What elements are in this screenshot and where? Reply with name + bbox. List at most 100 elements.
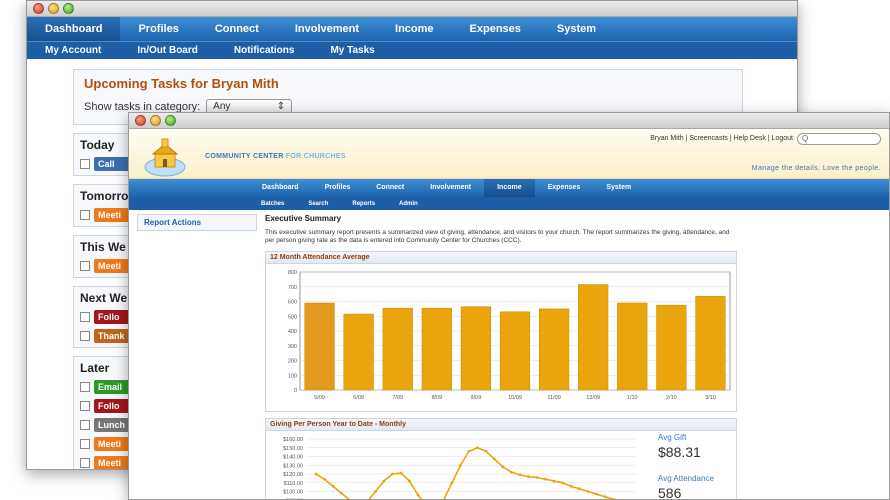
front-nav-connect[interactable]: Connect — [363, 179, 417, 197]
attendance-chart-title: 12 Month Attendance Average — [266, 252, 736, 264]
task-checkbox[interactable] — [80, 382, 90, 392]
search-input[interactable]: Q — [797, 133, 881, 145]
data-point[interactable] — [459, 463, 462, 467]
front-subnav-reports[interactable]: Reports — [340, 201, 387, 207]
data-point[interactable] — [408, 479, 411, 483]
data-point[interactable] — [493, 457, 496, 461]
data-point[interactable] — [518, 473, 522, 477]
back-nav-income[interactable]: Income — [377, 17, 452, 41]
minimize-button[interactable] — [48, 3, 59, 14]
front-subnav-search[interactable]: Search — [296, 201, 340, 207]
x-tick-label: 8/09 — [431, 395, 442, 401]
task-checkbox[interactable] — [80, 312, 90, 322]
back-nav-dashboard[interactable]: Dashboard — [27, 17, 121, 41]
front-subnav-admin[interactable]: Admin — [387, 201, 430, 207]
bar[interactable] — [656, 304, 687, 391]
data-point[interactable] — [603, 495, 607, 499]
bar[interactable] — [695, 296, 726, 391]
bar[interactable] — [421, 307, 452, 391]
task-checkbox[interactable] — [80, 159, 90, 169]
data-point[interactable] — [323, 477, 326, 481]
back-subnav-my-tasks[interactable]: My Tasks — [312, 45, 392, 56]
task-checkbox[interactable] — [80, 261, 90, 271]
back-nav-involvement[interactable]: Involvement — [277, 17, 377, 41]
front-subnav-batches[interactable]: Batches — [249, 201, 296, 207]
data-point[interactable] — [484, 449, 488, 453]
y-tick-label: 600 — [288, 300, 297, 306]
task-checkbox[interactable] — [80, 331, 90, 341]
task-checkbox[interactable] — [80, 401, 90, 411]
data-point[interactable] — [586, 490, 590, 493]
y-tick-label: 800 — [288, 270, 297, 276]
task-checkbox[interactable] — [80, 458, 90, 468]
back-subnav-notifications[interactable]: Notifications — [216, 45, 313, 56]
bar[interactable] — [538, 308, 570, 391]
back-nav-system[interactable]: System — [539, 17, 614, 41]
y-tick-label: 0 — [294, 388, 297, 394]
front-titlebar — [129, 113, 889, 129]
data-point[interactable] — [595, 492, 598, 496]
data-point[interactable] — [501, 465, 505, 469]
bar[interactable] — [382, 307, 413, 391]
brand-name[interactable]: COMMUNITY CENTER FOR CHURCHES — [205, 153, 346, 160]
back-nav-connect[interactable]: Connect — [197, 17, 277, 41]
data-point[interactable] — [374, 490, 377, 493]
data-point[interactable] — [578, 487, 581, 491]
x-tick-label: 9/09 — [471, 395, 482, 401]
category-label: Show tasks in category: — [84, 100, 201, 113]
front-nav-dashboard[interactable]: Dashboard — [249, 179, 312, 197]
data-point[interactable] — [399, 471, 403, 475]
close-button[interactable] — [135, 115, 146, 126]
x-tick-label: 10/09 — [508, 395, 522, 401]
bar[interactable] — [304, 302, 335, 391]
data-point[interactable] — [544, 477, 547, 481]
front-nav-profiles[interactable]: Profiles — [312, 179, 364, 197]
stat-label[interactable]: Avg Gift — [658, 433, 714, 442]
bar[interactable] — [617, 302, 648, 391]
front-nav-income[interactable]: Income — [484, 179, 535, 197]
bar[interactable] — [460, 306, 492, 391]
data-point[interactable] — [527, 475, 530, 479]
data-point[interactable] — [314, 472, 318, 476]
bar[interactable] — [499, 311, 531, 391]
giving-stats: Avg Gift $88.31 Avg Attendance 586 — [658, 433, 714, 499]
back-nav-profiles[interactable]: Profiles — [120, 17, 196, 41]
bar[interactable] — [578, 284, 609, 391]
task-checkbox[interactable] — [80, 439, 90, 449]
data-point[interactable] — [535, 476, 539, 479]
back-nav-expenses[interactable]: Expenses — [452, 17, 539, 41]
bar[interactable] — [343, 313, 374, 391]
data-point[interactable] — [476, 446, 479, 450]
front-nav-involvement[interactable]: Involvement — [417, 179, 484, 197]
task-checkbox[interactable] — [80, 210, 90, 220]
data-point[interactable] — [510, 470, 513, 474]
data-point[interactable] — [450, 481, 454, 485]
y-tick-label: $120.00 — [283, 472, 303, 478]
attendance-bar-chart: 0 100 200 300 400 500 600 700 800 5/09 6/09 7/09 8/0… — [288, 270, 731, 401]
back-subnav-in-out-board[interactable]: In/Out Board — [119, 45, 216, 56]
data-point[interactable] — [569, 484, 573, 488]
brand-accent-text: FOR CHURCHES — [285, 153, 346, 160]
stat-label[interactable]: Avg Attendance — [658, 474, 714, 483]
close-button[interactable] — [33, 3, 44, 14]
data-point[interactable] — [552, 479, 556, 483]
zoom-button[interactable] — [63, 3, 74, 14]
minimize-button[interactable] — [150, 115, 161, 126]
church-logo-icon — [144, 138, 186, 177]
task-checkbox[interactable] — [80, 420, 90, 430]
data-point[interactable] — [331, 484, 335, 488]
report-actions-button[interactable]: Report Actions — [137, 214, 257, 231]
data-point[interactable] — [467, 449, 471, 453]
data-point[interactable] — [382, 479, 386, 483]
top-links[interactable]: Bryan Mith | Screencasts | Help Desk | L… — [650, 135, 793, 142]
data-point[interactable] — [391, 472, 394, 476]
attendance-chart-panel: 12 Month Attendance Average 0 100 200 300 40… — [265, 251, 737, 412]
y-tick-label: 300 — [288, 344, 297, 350]
data-point[interactable] — [340, 491, 343, 495]
data-point[interactable] — [416, 493, 420, 497]
zoom-button[interactable] — [165, 115, 176, 126]
front-nav-system[interactable]: System — [593, 179, 644, 197]
data-point[interactable] — [561, 481, 564, 485]
back-subnav-my-account[interactable]: My Account — [27, 45, 119, 56]
front-nav-expenses[interactable]: Expenses — [535, 179, 594, 197]
